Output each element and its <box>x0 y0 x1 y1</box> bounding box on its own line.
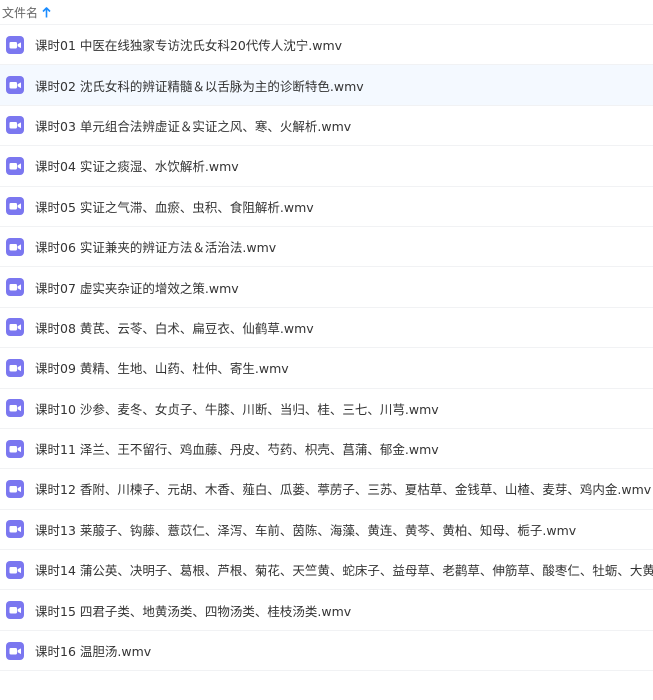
video-file-icon <box>5 277 25 297</box>
file-row[interactable]: 课时14 蒲公英、决明子、葛根、芦根、菊花、天竺黄、蛇床子、益母草、老鹳草、伸筋… <box>0 550 653 591</box>
video-file-icon <box>5 35 25 55</box>
file-name: 课时11 泽兰、王不留行、鸡血藤、丹皮、芍药、枳壳、菖蒲、郁金.wmv <box>35 442 439 458</box>
file-name: 课时05 实证之气滞、血瘀、虫积、食阻解析.wmv <box>35 199 314 215</box>
video-file-icon <box>5 317 25 337</box>
file-rows: 课时01 中医在线独家专访沈氏女科20代传人沈宁.wmv 课时02 沈氏女科的辨… <box>0 25 653 672</box>
column-header-label: 文件名 <box>2 5 39 20</box>
video-file-icon <box>5 519 25 539</box>
video-file-icon <box>5 439 25 459</box>
file-row[interactable]: 课时03 单元组合法辨虚证＆实证之风、寒、火解析.wmv <box>0 106 653 147</box>
video-file-icon <box>5 115 25 135</box>
video-file-icon <box>5 196 25 216</box>
video-file-icon <box>5 156 25 176</box>
file-row[interactable]: 课时13 莱菔子、钩藤、薏苡仁、泽泻、车前、茵陈、海藻、黄连、黄芩、黄柏、知母、… <box>0 510 653 551</box>
file-row[interactable]: 课时09 黄精、生地、山药、杜仲、寄生.wmv <box>0 348 653 389</box>
file-name: 课时04 实证之痰湿、水饮解析.wmv <box>35 159 239 175</box>
file-name: 课时12 香附、川楝子、元胡、木香、薤白、瓜蒌、葶苈子、三苏、夏枯草、金钱草、山… <box>35 482 652 498</box>
file-name: 课时09 黄精、生地、山药、杜仲、寄生.wmv <box>35 361 289 377</box>
file-name: 课时15 四君子类、地黄汤类、四物汤类、桂枝汤类.wmv <box>35 603 352 619</box>
file-name: 课时07 虚实夹杂证的增效之策.wmv <box>35 280 239 296</box>
file-name: 课时14 蒲公英、决明子、葛根、芦根、菊花、天竺黄、蛇床子、益母草、老鹳草、伸筋… <box>35 563 653 579</box>
video-file-icon <box>5 641 25 661</box>
video-file-icon <box>5 600 25 620</box>
file-name: 课时01 中医在线独家专访沈氏女科20代传人沈宁.wmv <box>35 38 343 54</box>
file-row[interactable]: 课时12 香附、川楝子、元胡、木香、薤白、瓜蒌、葶苈子、三苏、夏枯草、金钱草、山… <box>0 469 653 510</box>
file-name: 课时02 沈氏女科的辨证精髓＆以舌脉为主的诊断特色.wmv <box>35 78 364 94</box>
file-row[interactable]: 课时07 虚实夹杂证的增效之策.wmv <box>0 267 653 308</box>
video-file-icon <box>5 237 25 257</box>
file-name: 课时03 单元组合法辨虚证＆实证之风、寒、火解析.wmv <box>35 118 352 134</box>
file-list: 文件名 课时01 中医在线独家专访沈氏女科20代传人沈宁.wmv 课时02 沈氏… <box>0 0 653 700</box>
video-file-icon <box>5 75 25 95</box>
file-name: 课时13 莱菔子、钩藤、薏苡仁、泽泻、车前、茵陈、海藻、黄连、黄芩、黄柏、知母、… <box>35 522 577 538</box>
file-row[interactable]: 课时16 温胆汤.wmv <box>0 631 653 672</box>
video-file-icon <box>5 560 25 580</box>
video-file-icon <box>5 358 25 378</box>
arrow-up-icon[interactable] <box>42 6 51 18</box>
file-name: 课时10 沙参、麦冬、女贞子、牛膝、川断、当归、桂、三七、川芎.wmv <box>35 401 439 417</box>
file-row[interactable]: 课时06 实证兼夹的辨证方法＆活治法.wmv <box>0 227 653 268</box>
file-name: 课时16 温胆汤.wmv <box>35 644 152 660</box>
video-file-icon <box>5 479 25 499</box>
file-row[interactable]: 课时04 实证之痰湿、水饮解析.wmv <box>0 146 653 187</box>
file-row[interactable]: 课时02 沈氏女科的辨证精髓＆以舌脉为主的诊断特色.wmv <box>0 65 653 106</box>
file-row[interactable]: 课时08 黄芪、云苓、白术、扁豆衣、仙鹤草.wmv <box>0 308 653 349</box>
file-row[interactable]: 课时11 泽兰、王不留行、鸡血藤、丹皮、芍药、枳壳、菖蒲、郁金.wmv <box>0 429 653 470</box>
file-row[interactable]: 课时01 中医在线独家专访沈氏女科20代传人沈宁.wmv <box>0 25 653 66</box>
video-file-icon <box>5 398 25 418</box>
file-row[interactable]: 课时10 沙参、麦冬、女贞子、牛膝、川断、当归、桂、三七、川芎.wmv <box>0 389 653 429</box>
file-name: 课时06 实证兼夹的辨证方法＆活治法.wmv <box>35 240 277 256</box>
file-row[interactable]: 课时15 四君子类、地黄汤类、四物汤类、桂枝汤类.wmv <box>0 590 653 631</box>
file-name: 课时08 黄芪、云苓、白术、扁豆衣、仙鹤草.wmv <box>35 320 314 336</box>
column-header-filename[interactable]: 文件名 <box>0 0 653 25</box>
file-row[interactable]: 课时05 实证之气滞、血瘀、虫积、食阻解析.wmv <box>0 187 653 227</box>
